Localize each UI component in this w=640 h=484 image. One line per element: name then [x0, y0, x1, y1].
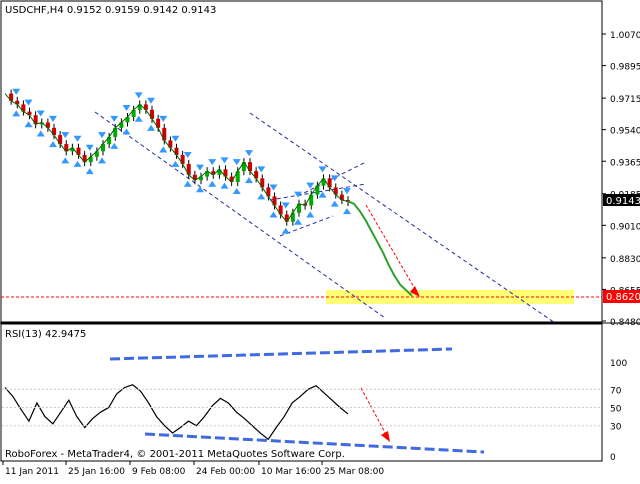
time-tick-label: 25 Mar 08:00 — [324, 467, 384, 477]
rsi-tick-label: 100 — [610, 359, 627, 369]
price-tick-label: 0.9010 — [610, 222, 640, 232]
symbol-header: USDCHF,H4 0.9152 0.9159 0.9142 0.9143 — [5, 5, 216, 16]
target-price-tag: 0.8620 — [603, 290, 640, 303]
rsi-tick-label: 70 — [610, 386, 622, 396]
time-tick-label: 24 Feb 00:00 — [196, 467, 255, 477]
rsi-tick-label: 30 — [610, 423, 622, 433]
price-tick-label: 0.9895 — [610, 63, 640, 73]
price-tick-label: 0.8830 — [610, 255, 640, 265]
price-tick-label: 0.9715 — [610, 95, 640, 105]
price-tick-label: 0.9365 — [610, 158, 640, 168]
price-tick-label: 0.8480 — [610, 318, 640, 328]
rsi-tick-label: 0 — [610, 453, 616, 463]
price-tick-label: 0.9540 — [610, 127, 640, 137]
time-tick-label: 10 Mar 16:00 — [261, 467, 321, 477]
price-axis: 1.00700.98950.97150.95400.93650.91850.90… — [602, 31, 640, 328]
time-tick-label: 9 Feb 08:00 — [132, 467, 186, 477]
current-price-tag-text: 0.9143 — [606, 196, 640, 207]
chart-canvas[interactable]: 1.00700.98950.97150.95400.93650.91850.90… — [0, 0, 640, 480]
rsi-tick-label: 50 — [610, 405, 622, 415]
watermark: RoboForex - MetaTrader4, © 2001-2011 Met… — [5, 449, 345, 460]
current-price-tag: 0.9143 — [603, 194, 640, 207]
target-price-tag-text: 0.8620 — [606, 292, 640, 303]
rsi-header: RSI(13) 42.9475 — [5, 329, 86, 340]
chart-window[interactable]: 1.00700.98950.97150.95400.93650.91850.90… — [0, 0, 640, 480]
time-tick-label: 25 Jan 16:00 — [68, 467, 125, 477]
time-axis: 11 Jan 2011 25 Jan 16:00 9 Feb 08:00 24 Feb… — [2, 461, 384, 477]
price-tick-label: 1.0070 — [610, 31, 640, 41]
rsi-panel-frame — [0, 323, 603, 462]
time-tick-label: 11 Jan 2011 — [5, 467, 59, 477]
